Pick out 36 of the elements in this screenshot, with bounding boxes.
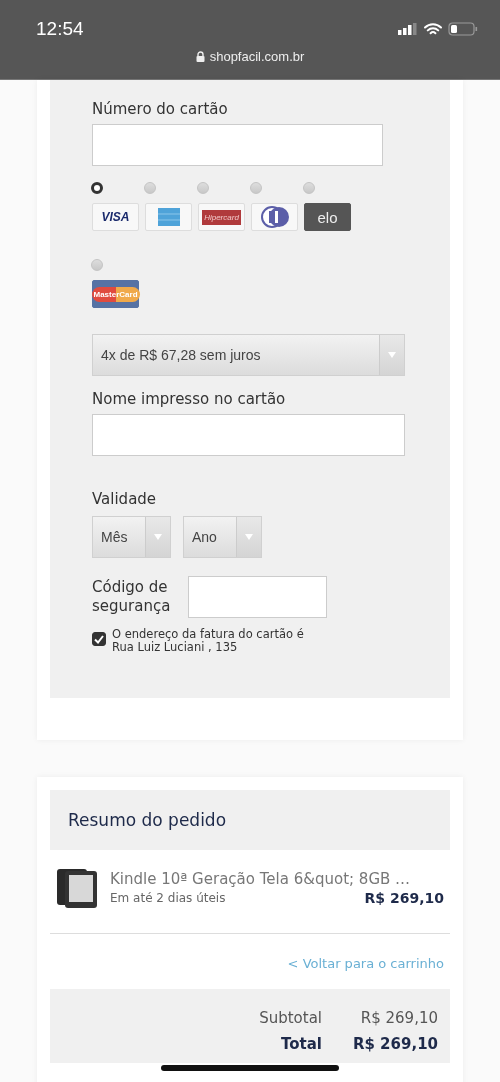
- subtotal-value: R$ 269,10: [359, 1009, 438, 1028]
- card-logo[interactable]: elo: [304, 203, 351, 231]
- total-value: R$ 269,10: [351, 1035, 438, 1054]
- url-text: shopfacil.com.br: [209, 49, 305, 64]
- card-logo[interactable]: VISA: [92, 203, 139, 231]
- billing-address-text: O endereço da fatura do cartão é Rua Luiz Luciani , 135: [112, 628, 305, 655]
- clock-time: 12:54: [36, 18, 84, 40]
- summary-title: Resumo do pedido: [68, 810, 227, 831]
- product-name: Kindle 10ª Geração Tela 6&quot; 8GB …: [110, 870, 412, 889]
- card-name-field[interactable]: [92, 414, 405, 456]
- subtotal-label: Subtotal: [258, 1009, 322, 1028]
- radio-button[interactable]: [91, 182, 103, 194]
- signal-icon: [398, 23, 418, 35]
- card-logo[interactable]: [145, 203, 192, 231]
- year-dropdown[interactable]: Ano: [183, 516, 262, 558]
- card-logo[interactable]: Hipercard: [198, 203, 245, 231]
- caret-icon: [245, 534, 253, 540]
- card-number-field[interactable]: [92, 124, 383, 166]
- total-label: Total: [280, 1035, 322, 1054]
- installments-dropdown[interactable]: 4x de R$ 67,28 sem juros: [92, 334, 405, 376]
- wifi-icon: [424, 22, 442, 36]
- caret-icon: [154, 534, 162, 540]
- product-price: R$ 269,10: [364, 890, 444, 907]
- battery-icon: [448, 22, 478, 36]
- ereader-icon: [56, 867, 98, 910]
- field-label: Código de segurança: [92, 577, 172, 617]
- lock-icon: [195, 51, 205, 62]
- card-logo[interactable]: [251, 203, 298, 231]
- field-label: Nome impresso no cartão: [92, 390, 286, 408]
- field-label: Validade: [92, 490, 157, 508]
- field-label: Número do cartão: [92, 100, 228, 118]
- month-dropdown[interactable]: Mês: [92, 516, 171, 558]
- caret-icon: [388, 352, 396, 358]
- delivery-time: Em até 2 dias úteis: [110, 891, 226, 906]
- security-code-field[interactable]: [188, 576, 327, 618]
- checkbox[interactable]: [92, 632, 106, 646]
